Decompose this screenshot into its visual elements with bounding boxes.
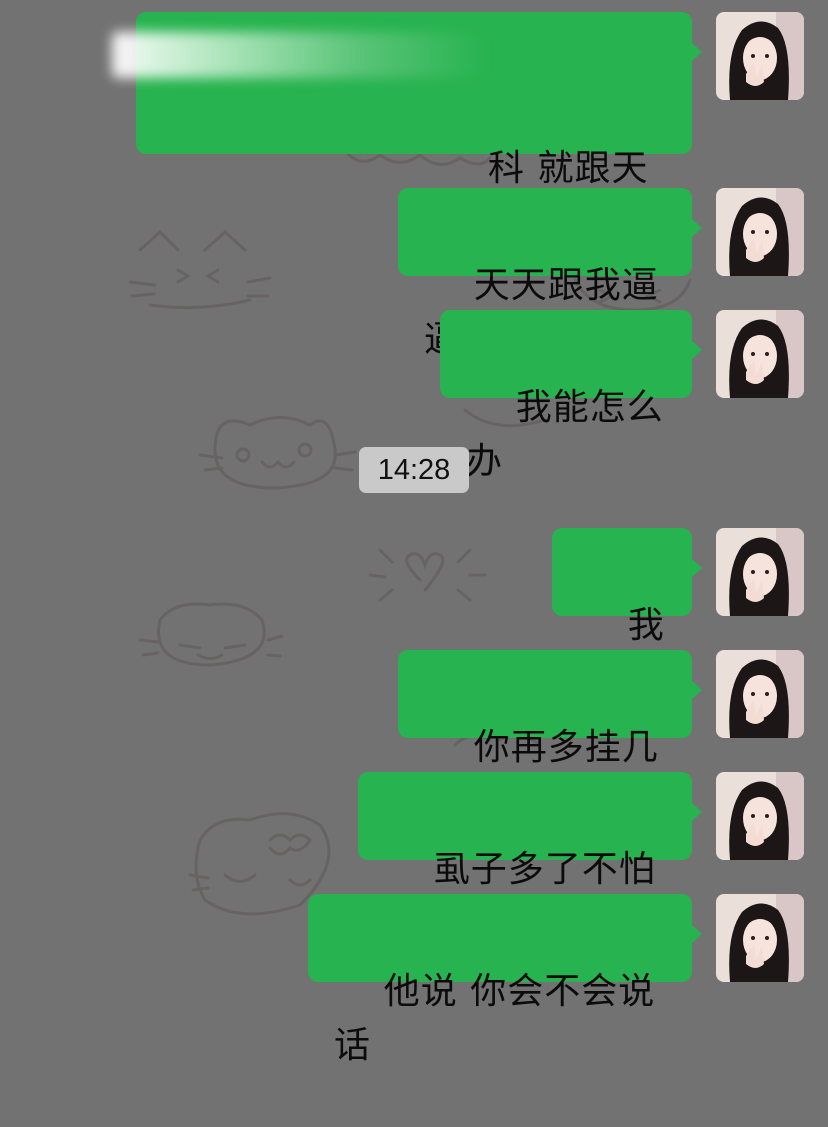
avatar-photo-icon (716, 528, 804, 616)
avatar[interactable] (716, 188, 804, 276)
message-bubble[interactable]: 我说 (552, 528, 702, 700)
avatar[interactable] (716, 310, 804, 398)
avatar[interactable] (716, 894, 804, 982)
avatar[interactable] (716, 772, 804, 860)
avatar[interactable] (716, 528, 804, 616)
timestamp-pill: 14:28 (359, 447, 469, 493)
message-bubble[interactable]: 虱子多了不怕痒 (358, 772, 702, 944)
message-text: 我能怎么办 (466, 387, 664, 482)
avatar[interactable] (716, 650, 804, 738)
message-bubble[interactable]: 我能怎么办 (440, 310, 702, 482)
avatar-photo-icon (716, 650, 804, 738)
message-bubble[interactable]: 你再多挂几科 (398, 650, 702, 822)
message-text: 他说 你会不会说话 (334, 971, 656, 1066)
avatar-photo-icon (716, 12, 804, 100)
redacted-text-overlay (112, 32, 487, 78)
message-bubble[interactable]: 他说 你会不会说话 (308, 894, 702, 1066)
avatar-photo-icon (716, 894, 804, 982)
avatar-photo-icon (716, 188, 804, 276)
message-bubble[interactable]: 天天跟我逼逼 (398, 188, 702, 360)
avatar[interactable] (716, 12, 804, 100)
avatar-photo-icon (716, 310, 804, 398)
avatar-photo-icon (716, 772, 804, 860)
